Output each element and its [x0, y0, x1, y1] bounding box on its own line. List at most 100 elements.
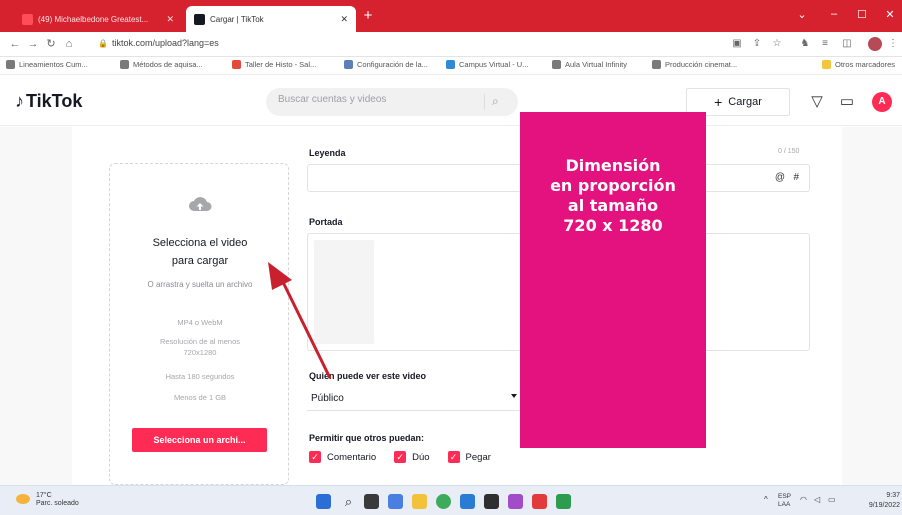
checkbox-stitch[interactable]: ✓ Pegar [447, 451, 491, 463]
logo-text: TikTok [26, 91, 83, 111]
back-icon[interactable]: ← [8, 37, 22, 51]
select-file-button[interactable]: Selecciona un archi... [132, 428, 267, 452]
bookmark-item[interactable]: Lineamientos Cum... [6, 60, 88, 69]
chevron-up-icon[interactable]: ^ [764, 495, 768, 504]
mail-icon[interactable] [460, 494, 475, 509]
windows-start-icon[interactable] [316, 494, 331, 509]
chevron-down-icon[interactable]: ⌄ [792, 8, 812, 21]
bookmark-label: Métodos de aquisa... [133, 60, 203, 69]
search-bar: ⌕ [266, 88, 518, 116]
address-bar-row: ← → ↻ ⌂ 🔒 tiktok.com/upload?lang=es ▣ ⇪ ☆… [0, 32, 902, 57]
bookmark-favicon-icon [120, 60, 129, 69]
bookmark-favicon-icon [232, 60, 241, 69]
privacy-dropdown[interactable]: Público [307, 387, 521, 411]
date-text: 9/19/2022 [868, 502, 900, 509]
url-field[interactable]: 🔒 tiktok.com/upload?lang=es [98, 38, 219, 48]
mention-icon[interactable]: @ [775, 172, 785, 183]
volume-icon[interactable]: ◁ [814, 495, 820, 504]
inbox-filter-icon[interactable]: ▽ [808, 93, 826, 111]
menu-dots-icon[interactable]: ⋮ [886, 38, 900, 49]
plus-icon: + [714, 94, 723, 110]
browser-tab-youtube[interactable]: (49) Michaelbedone Greatest... ✕ [14, 6, 182, 32]
chrome-icon[interactable] [436, 494, 451, 509]
weather-icon [16, 494, 30, 504]
checkbox-label: Pegar [465, 451, 491, 463]
search-icon[interactable]: ⌕ [341, 494, 356, 509]
bookmark-item[interactable]: Configuración de la... [344, 60, 428, 69]
close-icon[interactable]: ✕ [166, 14, 174, 25]
battery-icon[interactable]: ▭ [828, 495, 836, 504]
avatar[interactable]: A [872, 92, 892, 112]
annotation-callout: Dimensión en proporción al tamaño 720 x … [520, 112, 706, 448]
bookmark-item[interactable]: Campus Virtual - U... [446, 60, 528, 69]
clock[interactable]: 9:37 9/19/2022 [862, 491, 900, 511]
tiktok-note-icon: ♪ [15, 91, 24, 111]
task-view-icon[interactable] [364, 494, 379, 509]
bookmark-folder[interactable]: Otros marcadores [822, 60, 895, 69]
upload-subtitle: O arrastra y suelta un archivo [147, 280, 253, 289]
checkbox-duet[interactable]: ✓ Dúo [394, 451, 430, 463]
acrobat-icon[interactable] [532, 494, 547, 509]
search-input[interactable] [278, 94, 478, 105]
caption-label: Leyenda [309, 148, 346, 158]
weather-text: Parc. soleado [36, 500, 79, 507]
forward-icon[interactable]: → [26, 37, 40, 51]
minimize-icon[interactable]: – [824, 8, 844, 20]
temperature-text: 17°C [36, 492, 52, 499]
caption-counter: 0 / 150 [778, 148, 800, 155]
video-drop-zone[interactable]: Selecciona el video para cargar O arrast… [109, 163, 289, 485]
lang-line2: LAA [778, 501, 791, 508]
resolution-spec-line1: Resolución de al menos [159, 337, 241, 346]
reading-list-icon[interactable]: ≡ [818, 38, 832, 49]
maximize-icon[interactable]: ☐ [852, 8, 872, 21]
upload-title: Selecciona el video para cargar [152, 237, 248, 267]
size-spec: Menos de 1 GB [173, 393, 227, 402]
close-window-icon[interactable]: ✕ [880, 8, 900, 21]
close-icon[interactable]: ✕ [340, 14, 348, 25]
wifi-icon[interactable]: ◠ [800, 495, 807, 504]
duration-spec: Hasta 180 segundos [165, 372, 235, 381]
home-icon[interactable]: ⌂ [62, 37, 76, 51]
bookmark-item[interactable]: Taller de Histo - Sal... [232, 60, 316, 69]
chevron-down-icon [511, 394, 517, 398]
new-tab-icon[interactable]: + [360, 8, 376, 24]
hashtag-icon[interactable]: # [793, 172, 799, 183]
cover-thumbnail[interactable] [314, 240, 374, 344]
chat-icon[interactable] [388, 494, 403, 509]
checkbox-comment[interactable]: ✓ Comentario [309, 451, 376, 463]
allow-label: Permitir que otros puedan: [309, 433, 425, 443]
extension-icon[interactable]: ♞ [798, 38, 812, 49]
reload-icon[interactable]: ↻ [44, 37, 58, 51]
lang-line1: ESP [778, 493, 792, 500]
check-icon: ✓ [309, 451, 321, 463]
browser-tab-tiktok[interactable]: Cargar | TikTok ✕ [186, 6, 356, 32]
star-icon[interactable]: ☆ [770, 38, 784, 49]
app-icon[interactable] [508, 494, 523, 509]
upload-label: Cargar [728, 96, 762, 108]
bookmark-item[interactable]: Métodos de aquisa... [120, 60, 203, 69]
file-explorer-icon[interactable] [412, 494, 427, 509]
side-panel-icon[interactable]: ◫ [840, 38, 854, 49]
bookmark-item[interactable]: Producción cinemat... [652, 60, 737, 69]
tiktok-logo[interactable]: ♪ TikTok [15, 91, 82, 112]
page-background: Selecciona el video para cargar O arrast… [0, 127, 902, 485]
language-indicator[interactable]: ESP LAA [778, 493, 791, 509]
share-icon[interactable]: ⇪ [750, 38, 764, 49]
resolution-spec-line2: 720x1280 [183, 348, 217, 357]
privacy-value: Público [311, 393, 344, 404]
search-icon[interactable]: ⌕ [492, 94, 499, 109]
annotation-text: Dimensión en proporción al tamaño 720 x … [550, 156, 676, 235]
profile-icon[interactable] [868, 37, 882, 51]
bookmark-favicon-icon [652, 60, 661, 69]
bookmark-item[interactable]: Aula Virtual Infinity [552, 60, 627, 69]
bookmark-label: Otros marcadores [835, 60, 896, 69]
checkbox-label: Dúo [412, 451, 430, 463]
excel-icon[interactable] [556, 494, 571, 509]
search-divider [484, 94, 485, 110]
lock-icon: 🔒 [98, 39, 108, 48]
cloud-upload-icon [189, 197, 212, 211]
cast-icon[interactable]: ▣ [730, 38, 744, 49]
messages-icon[interactable]: ▭ [838, 93, 856, 111]
media-icon[interactable] [484, 494, 499, 509]
weather-widget[interactable]: 17°C Parc. soleado [16, 492, 79, 508]
